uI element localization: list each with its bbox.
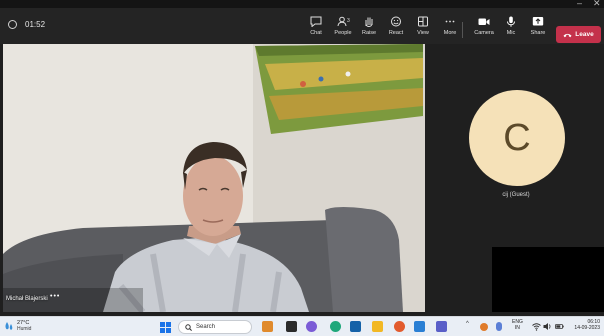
meeting-stage: Michał Blajerski ••• C cij (Guest) — [0, 44, 604, 316]
taskbar-clock[interactable]: 06:10 14-09-2023 — [566, 319, 600, 331]
more-icon — [445, 20, 455, 23]
language-region: IN — [514, 325, 520, 331]
guest-name-label: cij (Guest) — [502, 192, 530, 198]
taskbar-app-icon[interactable] — [394, 321, 405, 332]
self-view-tile[interactable] — [492, 247, 604, 312]
toolbar-divider — [462, 22, 463, 38]
folder-icon[interactable] — [372, 321, 383, 332]
weather-description: Humid — [17, 326, 32, 332]
taskbar-app-icon[interactable] — [306, 321, 317, 332]
tray-app-icon[interactable] — [480, 323, 488, 331]
meeting-timer-group: 01:52 — [8, 20, 45, 29]
taskbar-app-icon[interactable] — [330, 321, 341, 332]
guest-avatar: C — [469, 90, 565, 186]
battery-icon[interactable] — [555, 322, 564, 331]
participant-name-tag: Michał Blajerski — [6, 296, 48, 302]
teams-icon[interactable] — [436, 321, 447, 332]
taskbar-app-icon[interactable] — [350, 321, 361, 332]
participant-options-button[interactable]: ••• — [50, 293, 60, 300]
video-frame-image — [3, 44, 425, 312]
windows-start-icon[interactable] — [160, 322, 171, 333]
camera-icon — [478, 18, 490, 25]
language-indicator[interactable]: ENG IN — [512, 319, 523, 331]
share-icon — [532, 17, 544, 26]
main-video-feed[interactable]: Michał Blajerski ••• — [3, 44, 425, 312]
window-title-bar: – ✕ — [0, 0, 604, 8]
react-icon — [391, 16, 401, 27]
meeting-timer: 01:52 — [25, 20, 46, 29]
hang-up-icon — [563, 33, 572, 37]
tray-mic-icon[interactable] — [496, 322, 502, 331]
taskbar-search-box[interactable]: Search — [178, 320, 252, 334]
clock-date: 14-09-2023 — [574, 325, 600, 331]
guest-avatar-initial: C — [503, 116, 531, 159]
meeting-toolbar: 01:52 Chat 3 People Raise React View Mor… — [0, 8, 604, 44]
guest-participant-tile[interactable]: C cij (Guest) — [428, 44, 604, 244]
taskbar-app-icon[interactable] — [262, 321, 273, 332]
search-icon — [185, 323, 192, 331]
tray-overflow-chevron[interactable]: ^ — [466, 321, 469, 327]
weather-humid-icon — [5, 322, 13, 330]
minimize-button[interactable]: – — [577, 0, 582, 8]
wifi-icon[interactable] — [532, 322, 541, 331]
raise-hand-icon — [365, 17, 373, 27]
taskbar-app-icon[interactable] — [414, 321, 425, 332]
view-icon — [418, 16, 428, 27]
share-label: Share — [530, 30, 546, 36]
taskbar-app-icon[interactable] — [286, 321, 297, 332]
search-label: Search — [196, 324, 216, 330]
leave-label: Leave — [575, 31, 594, 38]
people-count-badge: 3 — [347, 18, 350, 24]
mic-icon — [507, 16, 515, 27]
windows-taskbar: 27°C Humid Search ^ ENG IN 06:10 14-09-2… — [0, 316, 604, 336]
leave-button[interactable]: Leave — [556, 26, 601, 43]
weather-widget[interactable]: 27°C Humid — [4, 320, 31, 332]
meeting-info-icon[interactable] — [8, 20, 17, 29]
share-button[interactable]: Share — [522, 16, 554, 42]
volume-icon[interactable] — [543, 322, 552, 331]
close-window-button[interactable]: ✕ — [593, 0, 601, 8]
chat-icon — [310, 16, 322, 27]
